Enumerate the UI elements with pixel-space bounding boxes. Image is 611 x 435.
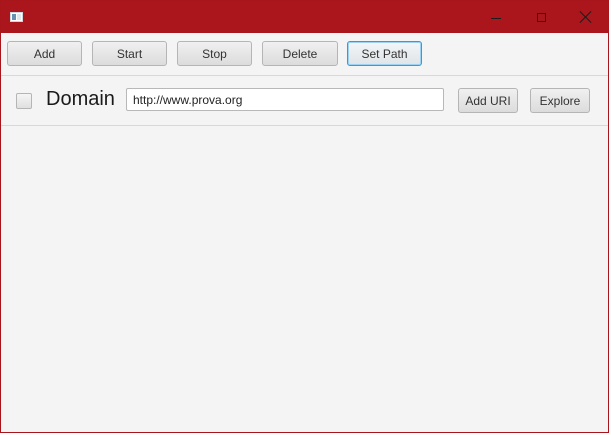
app-window: Add Start Stop Delete Set Path Domain Ad…	[0, 0, 609, 433]
content-area	[1, 126, 608, 432]
toolbar: Add Start Stop Delete Set Path	[1, 33, 608, 76]
maximize-button[interactable]	[518, 1, 564, 33]
url-input[interactable]	[126, 88, 444, 111]
set-path-button[interactable]: Set Path	[347, 41, 422, 66]
close-button[interactable]	[563, 1, 608, 33]
add-uri-button[interactable]: Add URI	[458, 88, 518, 113]
close-icon	[580, 11, 592, 23]
domain-checkbox[interactable]	[16, 93, 32, 109]
add-button[interactable]: Add	[7, 41, 82, 66]
domain-row: Domain Add URI Explore	[1, 76, 608, 126]
explore-button[interactable]: Explore	[530, 88, 590, 113]
domain-label: Domain	[46, 88, 115, 110]
start-button[interactable]: Start	[92, 41, 167, 66]
minimize-icon	[491, 17, 501, 19]
delete-button[interactable]: Delete	[262, 41, 338, 66]
maximize-icon	[536, 12, 546, 22]
minimize-button[interactable]	[473, 1, 519, 33]
title-bar[interactable]	[1, 1, 608, 33]
app-icon	[10, 12, 23, 22]
stop-button[interactable]: Stop	[177, 41, 252, 66]
